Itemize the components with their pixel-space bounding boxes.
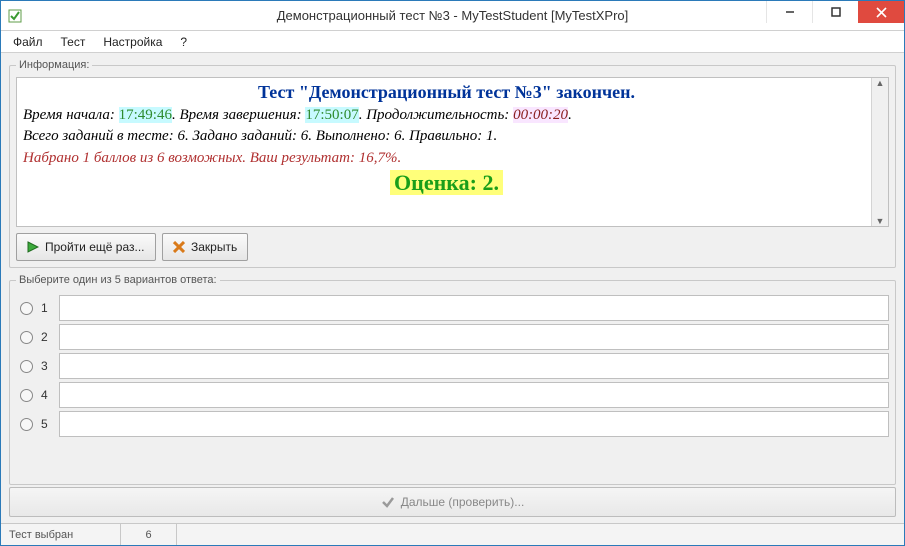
close-icon xyxy=(173,241,185,253)
duration-label: . Продолжительность: xyxy=(359,107,513,123)
close-button[interactable]: Закрыть xyxy=(162,233,248,261)
close-window-button[interactable] xyxy=(858,1,904,23)
content-area: Информация: Тест "Демонстрационный тест … xyxy=(1,53,904,485)
answer-row-3: 3 xyxy=(16,353,889,379)
time-end-value: 17:50:07 xyxy=(305,107,358,123)
answer-box-1[interactable] xyxy=(59,295,889,321)
menu-settings[interactable]: Настройка xyxy=(95,33,170,51)
next-label: Дальше (проверить)... xyxy=(401,495,525,509)
score-dot: . xyxy=(397,150,401,166)
retry-label: Пройти ещё раз... xyxy=(45,240,144,254)
next-button[interactable]: Дальше (проверить)... xyxy=(9,487,896,517)
answer-num-1: 1 xyxy=(41,301,51,315)
menu-help[interactable]: ? xyxy=(172,33,195,51)
tasks-line: Всего заданий в тесте: 6. Задано заданий… xyxy=(23,126,870,146)
info-legend: Информация: xyxy=(16,59,92,71)
status-bar: Тест выбран 6 xyxy=(1,523,904,545)
answer-num-2: 2 xyxy=(41,330,51,344)
minimize-button[interactable] xyxy=(766,1,812,23)
answer-row-5: 5 xyxy=(16,411,889,437)
close-label: Закрыть xyxy=(191,240,237,254)
grade-line: Оценка: 2. xyxy=(23,170,870,196)
answer-radio-2[interactable] xyxy=(20,331,33,344)
score-text: Набрано 1 баллов из 6 возможных. Ваш рез… xyxy=(23,150,359,166)
test-finished-heading: Тест "Демонстрационный тест №3" закончен… xyxy=(23,82,870,103)
retry-button[interactable]: Пройти ещё раз... xyxy=(16,233,156,261)
app-icon xyxy=(7,8,23,24)
status-count: 6 xyxy=(121,524,177,545)
answers-legend: Выберите один из 5 вариантов ответа: xyxy=(16,274,220,286)
info-scrollbar[interactable]: ▲ ▼ xyxy=(871,78,888,226)
answer-radio-1[interactable] xyxy=(20,302,33,315)
play-icon xyxy=(27,241,39,253)
status-selected: Тест выбран xyxy=(1,524,121,545)
menu-file[interactable]: Файл xyxy=(5,33,51,51)
time-line-dot: . xyxy=(568,107,572,123)
answer-radio-3[interactable] xyxy=(20,360,33,373)
answer-num-3: 3 xyxy=(41,359,51,373)
app-window: Демонстрационный тест №3 - MyTestStudent… xyxy=(0,0,905,546)
answer-radio-4[interactable] xyxy=(20,389,33,402)
time-start-value: 17:49:46 xyxy=(119,107,172,123)
answer-num-5: 5 xyxy=(41,417,51,431)
answer-row-2: 2 xyxy=(16,324,889,350)
answer-row-1: 1 xyxy=(16,295,889,321)
answer-radio-5[interactable] xyxy=(20,418,33,431)
scroll-up-icon[interactable]: ▲ xyxy=(876,78,885,88)
answer-box-4[interactable] xyxy=(59,382,889,408)
answer-num-4: 4 xyxy=(41,388,51,402)
info-buttons: Пройти ещё раз... Закрыть xyxy=(16,233,889,261)
check-icon xyxy=(381,495,395,509)
window-controls xyxy=(766,1,904,23)
time-line: Время начала: 17:49:46. Время завершения… xyxy=(23,105,870,125)
answer-box-3[interactable] xyxy=(59,353,889,379)
answers-group: Выберите один из 5 вариантов ответа: 1 2… xyxy=(9,274,896,485)
info-box: Тест "Демонстрационный тест №3" закончен… xyxy=(16,77,889,227)
menu-test[interactable]: Тест xyxy=(53,33,94,51)
maximize-button[interactable] xyxy=(812,1,858,23)
score-percent: 16,7% xyxy=(359,150,398,166)
answer-row-4: 4 xyxy=(16,382,889,408)
time-end-label: . Время завершения: xyxy=(172,107,305,123)
info-group: Информация: Тест "Демонстрационный тест … xyxy=(9,59,896,268)
answer-box-2[interactable] xyxy=(59,324,889,350)
duration-value: 00:00:20 xyxy=(513,107,568,123)
time-start-label: Время начала: xyxy=(23,107,119,123)
scroll-down-icon[interactable]: ▼ xyxy=(876,216,885,226)
answer-box-5[interactable] xyxy=(59,411,889,437)
score-line: Набрано 1 баллов из 6 возможных. Ваш рез… xyxy=(23,148,870,168)
grade-value: Оценка: 2. xyxy=(390,170,503,195)
menu-bar: Файл Тест Настройка ? xyxy=(1,31,904,53)
title-bar: Демонстрационный тест №3 - MyTestStudent… xyxy=(1,1,904,31)
